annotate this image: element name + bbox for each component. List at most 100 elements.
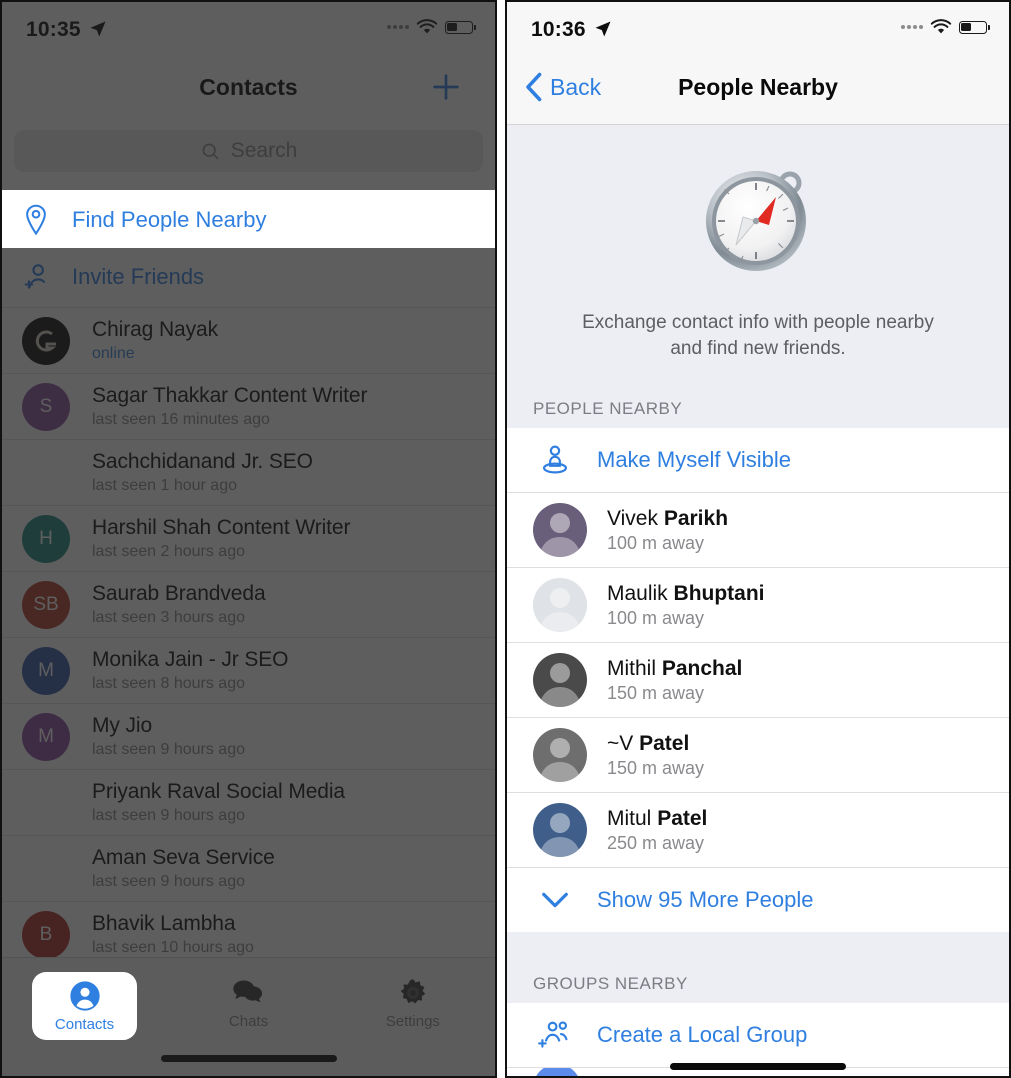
show-more-people-row[interactable]: Show 95 More People bbox=[507, 867, 1009, 933]
contact-name: Sagar Thakkar Content Writer bbox=[92, 384, 368, 407]
cellular-dots-icon bbox=[387, 25, 409, 29]
contact-status: last seen 16 minutes ago bbox=[92, 411, 270, 428]
contact-row[interactable]: Chirag Nayak online bbox=[2, 307, 495, 373]
contact-name: Sachchidanand Jr. SEO bbox=[92, 450, 313, 473]
group-add-icon bbox=[533, 1019, 577, 1051]
search-placeholder: Search bbox=[230, 139, 298, 162]
left-status-bar: 10:35 bbox=[2, 2, 495, 54]
avatar: M bbox=[22, 712, 70, 761]
location-arrow-icon bbox=[90, 21, 106, 37]
avatar: S bbox=[22, 382, 70, 431]
avatar bbox=[533, 578, 587, 633]
wifi-icon bbox=[930, 19, 952, 34]
contact-status: last seen 10 hours ago bbox=[92, 939, 254, 956]
chevron-down-icon bbox=[533, 889, 577, 911]
people-nearby-section-header: PEOPLE NEARBY bbox=[507, 387, 1009, 429]
contacts-screen: 10:35 Contacts Search Invite Friends Chi… bbox=[2, 2, 495, 1076]
contact-row[interactable]: H Harshil Shah Content Writer last seen 2 … bbox=[2, 505, 495, 571]
contact-name: Saurab Brandveda bbox=[92, 582, 266, 605]
contact-name: Bhavik Lambha bbox=[92, 912, 236, 935]
show-more-people-label: Show 95 More People bbox=[597, 887, 814, 913]
right-status-bar: 10:36 bbox=[507, 2, 1009, 54]
contact-row[interactable]: Sachchidanand Jr. SEO last seen 1 hour ag… bbox=[2, 439, 495, 505]
screenshot-stage: 10:35 Contacts Search Invite Friends Chi… bbox=[0, 0, 1011, 1078]
hero-section: Exchange contact info with people nearby… bbox=[507, 125, 1009, 388]
invite-friends-row[interactable]: Invite Friends bbox=[2, 246, 495, 307]
people-nearby-screen: 10:36 Back People Nearby Exchange contac… bbox=[507, 2, 1009, 1076]
contact-row[interactable]: M Monika Jain - Jr SEO last seen 8 hours a… bbox=[2, 637, 495, 703]
avatar: H bbox=[22, 514, 70, 563]
people-nearby-list: Make Myself Visible Vivek Parikh 100 m aw… bbox=[507, 428, 1009, 933]
contact-status: last seen 8 hours ago bbox=[92, 675, 245, 692]
hero-description-line1: Exchange contact info with people nearby bbox=[582, 312, 934, 333]
contact-status: last seen 9 hours ago bbox=[92, 741, 245, 758]
find-people-nearby-label-highlight: Find People Nearby bbox=[72, 207, 267, 232]
tab-chats[interactable]: Chats bbox=[166, 958, 330, 1040]
plus-icon[interactable] bbox=[429, 70, 463, 104]
person-add-icon bbox=[22, 262, 72, 292]
create-local-group-row[interactable]: Create a Local Group bbox=[507, 1003, 1009, 1068]
avatar bbox=[533, 653, 587, 708]
make-myself-visible-label: Make Myself Visible bbox=[597, 447, 791, 473]
contacts-nav-bar: Contacts bbox=[2, 54, 495, 124]
make-myself-visible-row[interactable]: Make Myself Visible bbox=[507, 428, 1009, 493]
nearby-people-rows: Vivek Parikh 100 m away Maulik Bhuptani 100… bbox=[507, 492, 1009, 868]
contacts-list: Chirag Nayak online S Sagar Thakkar Content… bbox=[2, 307, 495, 967]
contact-status: last seen 9 hours ago bbox=[92, 873, 245, 890]
create-local-group-label: Create a Local Group bbox=[597, 1022, 808, 1048]
person-distance: 100 m away bbox=[607, 532, 705, 553]
gear-icon bbox=[400, 978, 426, 1003]
page-title: People Nearby bbox=[678, 74, 838, 100]
avatar-placeholder bbox=[22, 779, 70, 827]
contact-name: Aman Seva Service bbox=[92, 846, 275, 869]
people-nearby-nav-bar: Back People Nearby bbox=[507, 54, 1009, 125]
avatar bbox=[533, 503, 587, 558]
person-row[interactable]: Mithil Panchal 150 m away bbox=[507, 642, 1009, 718]
contact-row[interactable]: S Sagar Thakkar Content Writer last seen 1… bbox=[2, 373, 495, 439]
avatar bbox=[533, 728, 587, 783]
invite-friends-label: Invite Friends bbox=[72, 264, 205, 289]
avatar: M bbox=[22, 646, 70, 695]
compass-icon bbox=[706, 171, 806, 271]
person-row[interactable]: Mitul Patel 250 m away bbox=[507, 792, 1009, 868]
wifi-icon bbox=[416, 19, 438, 34]
contact-row[interactable]: SB Saurab Brandveda last seen 3 hours ago bbox=[2, 571, 495, 637]
person-name: Vivek Parikh bbox=[607, 506, 729, 530]
home-indicator bbox=[160, 1055, 337, 1062]
contact-status: last seen 3 hours ago bbox=[92, 609, 245, 626]
spotlight-tab-contacts[interactable]: Contacts bbox=[32, 972, 137, 1040]
search-icon bbox=[202, 143, 219, 159]
groups-nearby-section-header: GROUPS NEARBY bbox=[507, 970, 1009, 1004]
page-title: Contacts bbox=[199, 74, 298, 100]
contact-status: online bbox=[92, 345, 135, 362]
spotlight-find-people-nearby[interactable]: Find People Nearby bbox=[2, 190, 495, 248]
tab-settings[interactable]: Settings bbox=[331, 958, 495, 1040]
group-avatar bbox=[533, 1068, 581, 1076]
contact-name: Monika Jain - Jr SEO bbox=[92, 648, 289, 671]
person-distance: 150 m away bbox=[607, 682, 705, 703]
person-distance: 150 m away bbox=[607, 757, 705, 778]
search-input[interactable]: Search bbox=[14, 130, 483, 172]
contact-name: Chirag Nayak bbox=[92, 318, 219, 341]
contact-row[interactable]: Priyank Raval Social Media last seen 9 ho… bbox=[2, 769, 495, 835]
tab-chats-label: Chats bbox=[228, 1012, 269, 1030]
contact-status: last seen 9 hours ago bbox=[92, 807, 245, 824]
person-row[interactable]: Maulik Bhuptani 100 m away bbox=[507, 567, 1009, 643]
status-indicators bbox=[387, 19, 476, 35]
left-phone-screen: 10:35 Contacts Search Invite Friends Chi… bbox=[0, 0, 497, 1078]
hero-description: Exchange contact info with people nearby… bbox=[507, 310, 1009, 361]
person-row[interactable]: Vivek Parikh 100 m away bbox=[507, 492, 1009, 568]
location-arrow-icon bbox=[595, 21, 611, 37]
person-row[interactable]: ~V Patel 150 m away bbox=[507, 717, 1009, 793]
tab-settings-label: Settings bbox=[385, 1012, 440, 1030]
person-distance: 250 m away bbox=[607, 832, 705, 853]
person-name: Maulik Bhuptani bbox=[607, 581, 765, 605]
contact-row[interactable]: Aman Seva Service last seen 9 hours ago bbox=[2, 835, 495, 901]
contact-status: last seen 1 hour ago bbox=[92, 477, 237, 494]
status-time: 10:35 bbox=[26, 18, 81, 41]
battery-icon bbox=[959, 20, 990, 34]
chat-bubbles-icon bbox=[233, 979, 263, 1002]
battery-icon bbox=[445, 20, 476, 34]
person-pin-icon bbox=[533, 443, 577, 477]
contact-row[interactable]: M My Jio last seen 9 hours ago bbox=[2, 703, 495, 769]
